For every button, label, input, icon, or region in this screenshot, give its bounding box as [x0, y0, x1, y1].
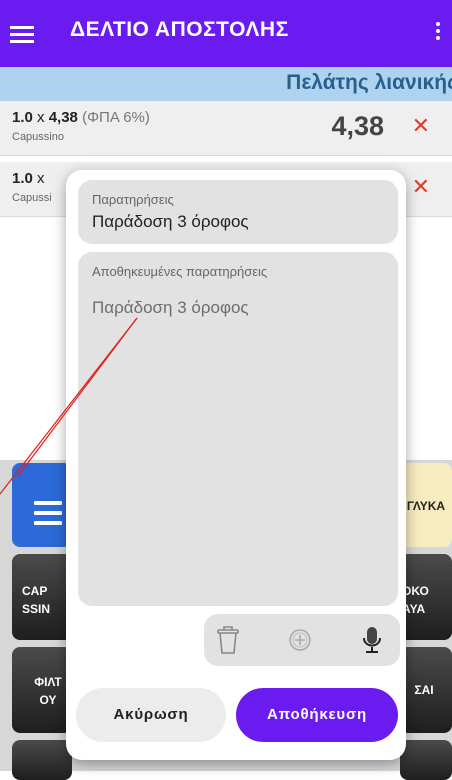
app-bar: ΔΕΛΤΙΟ ΑΠΟΣΤΟΛΗΣ	[0, 0, 452, 67]
notes-field-value[interactable]: Παράδοση 3 όροφος	[92, 212, 249, 232]
saved-note-item[interactable]: Παράδοση 3 όροφος	[92, 298, 249, 318]
order-line-name: Capussino	[12, 131, 64, 143]
notes-dialog: Παρατηρήσεις Παράδοση 3 όροφος Αποθηκευμ…	[66, 170, 406, 760]
hamburger-icon	[34, 501, 62, 531]
notes-actions	[204, 614, 400, 666]
tile-more[interactable]	[400, 740, 452, 780]
page-title: ΔΕΛΤΙΟ ΑΠΟΣΤΟΛΗΣ	[70, 18, 289, 41]
order-line-name: Capussi	[12, 192, 52, 204]
saved-notes-label: Αποθηκευμένες παρατηρήσεις	[92, 264, 268, 279]
tile-sai[interactable]: ΣΑΙ	[400, 647, 452, 733]
cancel-button[interactable]: Ακύρωση	[76, 688, 226, 742]
delete-line-icon[interactable]: ✕	[412, 113, 430, 139]
add-circle-icon[interactable]	[286, 624, 314, 656]
tile-choko[interactable]: ΟΚΟ ΑΥΑ	[400, 554, 452, 640]
customer-bar[interactable]: Πελάτης λιανικής	[0, 67, 452, 101]
tile-filtrou[interactable]: ΦΙΛΤ ΟΥ	[12, 647, 72, 733]
customer-label: Πελάτης λιανικής	[286, 71, 452, 94]
order-line[interactable]: 1.0 x 4,38 (ΦΠΑ 6%) Capussino 4,38 ✕	[0, 101, 452, 156]
categories-button[interactable]	[12, 463, 72, 547]
notes-field[interactable]: Παρατηρήσεις Παράδοση 3 όροφος	[78, 180, 398, 244]
order-line-qty-price: 1.0 x 4,38 (ΦΠΑ 6%)	[12, 109, 150, 126]
microphone-icon[interactable]	[358, 624, 386, 656]
more-options-icon[interactable]	[436, 22, 440, 43]
saved-notes-list: Αποθηκευμένες παρατηρήσεις Παράδοση 3 όρ…	[78, 252, 398, 606]
tile-glyka[interactable]: ΓΛΥΚΑ	[400, 463, 452, 547]
save-button[interactable]: Αποθήκευση	[236, 688, 398, 742]
notes-field-label: Παρατηρήσεις	[92, 192, 174, 207]
order-line-qty-price: 1.0 x	[12, 170, 45, 187]
order-line-total: 4,38	[331, 111, 384, 141]
trash-icon[interactable]	[214, 624, 242, 656]
delete-line-icon[interactable]: ✕	[412, 174, 430, 200]
tile-capussino[interactable]: CAP SSIN	[12, 554, 72, 640]
tile-more[interactable]	[12, 740, 72, 780]
menu-icon[interactable]	[10, 22, 34, 46]
